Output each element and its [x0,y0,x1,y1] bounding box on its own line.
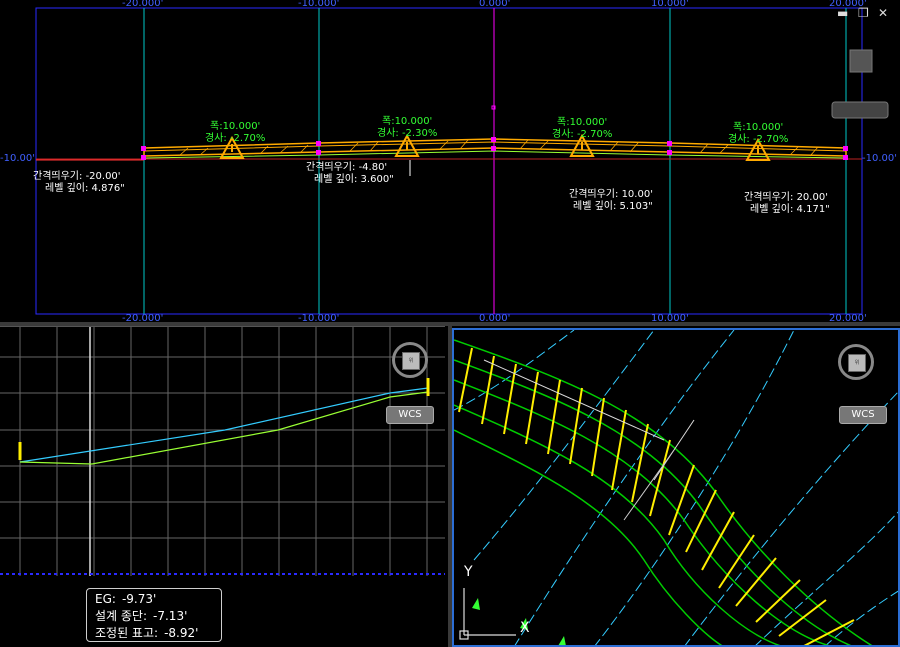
ucs-icon [459,588,516,640]
profile-drawing [0,326,445,576]
ucs-x-label: X [520,620,530,636]
adjusted-elevation-row: 조정된 표고: -8.92' [95,626,199,640]
alignment-line [483,359,665,441]
close-button[interactable]: ✕ [878,6,888,20]
axis-label-bottom: 20.000' [829,313,867,322]
profile-grid [0,326,445,576]
slope-width: 폭:10.000' [733,122,784,133]
axis-label-left: -10.00' [0,153,35,164]
ucs-y-label: Y [464,564,473,580]
cube-face[interactable]: 위 [848,354,866,372]
axis-label-bottom: -10.000' [298,313,340,322]
axis-label-top: 0.000' [479,0,511,9]
restore-button[interactable]: ❐ [858,6,869,20]
subgrade-line [143,150,847,159]
section-grid-frame [35,7,863,315]
offset-label: 간격띄우기: -20.00' 레벨 깊이: 4.876" [33,171,125,194]
profile-viewport[interactable]: 위 WCS [0,326,448,647]
offset-label: 간격띄우기: 20.00' 레벨 깊이: 4.171" [744,192,830,215]
slope-grade: 경사: -2.70% [552,129,613,140]
eg-row: EG: -9.73' [95,592,157,606]
offset-label: 간격띄우기: 10.00' 레벨 깊이: 5.103" [569,189,653,212]
minimize-button[interactable]: ▬ [837,6,848,20]
design-profile-line [19,387,429,463]
slope-grade: 경사: -2.30% [377,128,438,139]
slope-grade: 경사: -2.70% [205,133,266,144]
elevation-tooltip: EG: -9.73' 설계 종단: -7.13' 조정된 표고: -8.92' [86,588,222,642]
offset-construction-lines [454,330,898,645]
plan-drawing [454,330,898,645]
section-drawing [35,7,889,315]
axis-label-right: -10.00' [862,153,897,164]
slope-width: 폭:10.000' [557,117,608,128]
slope-width: 폭:10.000' [210,121,261,132]
viewcube-icon [849,49,873,73]
corridor-sections [458,347,855,645]
cube-face[interactable]: 위 [402,352,420,370]
slope-grade: 경사: -2.70% [728,134,789,145]
axis-label-top: 10.000' [651,0,689,9]
wcs-button[interactable]: WCS [386,406,434,424]
slope-label: 폭:10.000' 경사: -2.70% [205,121,265,145]
axis-label-bottom: 10.000' [651,313,689,322]
slope-label: 폭:10.000' 경사: -2.70% [728,122,788,146]
slope-label: 폭:10.000' 경사: -2.30% [377,116,437,140]
design-profile-row: 설계 종단: -7.13' [95,609,188,623]
axis-label-top: -20.000' [122,0,164,9]
view-cube[interactable]: 위 [392,342,428,378]
slope-label: 폭:10.000' 경사: -2.70% [552,117,612,141]
wcs-button[interactable]: WCS [839,406,887,424]
slope-width: 폭:10.000' [382,116,433,127]
wcs-dim-icon [831,101,889,119]
axis-label-bottom: -20.000' [122,313,164,322]
offset-label: 간격띄우기: -4.80' 레벨 깊이: 3.600" [306,162,394,185]
axis-label-top: -10.000' [298,0,340,9]
section-viewport[interactable]: -20.000' -10.000' 0.000' 10.000' 20.000'… [0,0,900,322]
existing-ground-line [19,391,429,465]
plan-viewport[interactable]: Y X 위 WCS [452,328,900,647]
view-cube[interactable]: 위 [838,344,874,380]
axis-label-bottom: 0.000' [479,313,511,322]
corridor-edges [454,339,873,645]
